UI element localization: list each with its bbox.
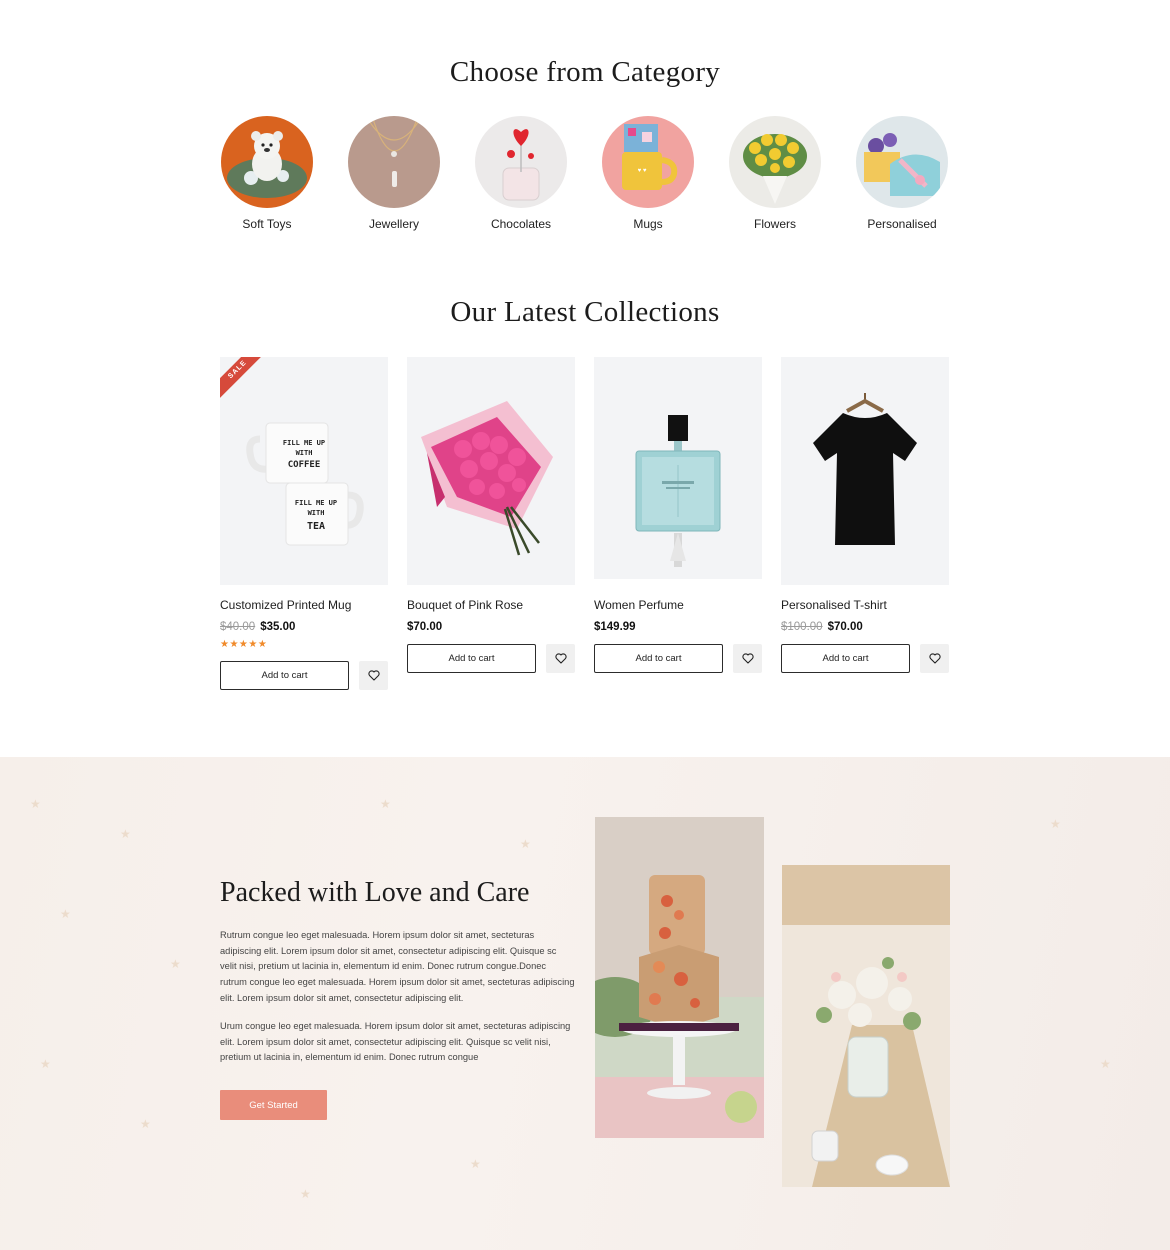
star-decoration-icon: ★ xyxy=(60,907,71,921)
love-paragraph-1: Rutrum congue leo eget malesuada. Horem … xyxy=(220,930,575,1003)
star-decoration-icon: ★ xyxy=(1100,1057,1111,1071)
product-actions: Add to cart xyxy=(594,644,762,673)
product-name[interactable]: Bouquet of Pink Rose xyxy=(407,598,575,612)
star-decoration-icon: ★ xyxy=(1050,817,1061,831)
product-image-mugs[interactable]: SALE FILL ME UP WITH COFFEE FILL ME UP W… xyxy=(220,357,388,585)
product-name[interactable]: Personalised T-shirt xyxy=(781,598,949,612)
product-card[interactable]: Personalised T-shirt $100.00 $70.00 Add t… xyxy=(781,357,949,673)
product-card[interactable]: Women Perfume $149.99 Add to cart xyxy=(594,357,762,673)
current-price: $35.00 xyxy=(260,621,296,633)
product-actions: Add to cart xyxy=(781,644,949,673)
heart-icon xyxy=(367,670,380,681)
current-price: $70.00 xyxy=(407,621,443,633)
category-personalised[interactable]: Personalised xyxy=(847,116,957,231)
product-card[interactable]: SALE FILL ME UP WITH COFFEE FILL ME UP W… xyxy=(220,357,388,690)
gift-box-image xyxy=(856,116,948,208)
category-jewellery[interactable]: Jewellery xyxy=(339,116,449,231)
collections-section-title: Our Latest Collections xyxy=(450,296,720,328)
product-actions: Add to cart xyxy=(407,644,575,673)
product-actions: Add to cart xyxy=(220,661,388,690)
category-label: Chocolates xyxy=(490,217,552,231)
star-decoration-icon: ★ xyxy=(170,957,181,971)
yellow-mug-image: ♥ ♥ xyxy=(602,116,694,208)
necklace-image xyxy=(348,116,440,208)
rating-stars: ★★★★★ xyxy=(220,639,268,650)
current-price: $149.99 xyxy=(594,621,636,633)
teddy-bear-image xyxy=(221,116,313,208)
category-label: Mugs xyxy=(633,217,663,231)
product-price: $70.00 xyxy=(407,621,575,633)
heart-icon xyxy=(741,653,754,664)
product-card[interactable]: Bouquet of Pink Rose $70.00 Add to cart xyxy=(407,357,575,673)
star-decoration-icon: ★ xyxy=(120,827,131,841)
cake-photo xyxy=(595,817,764,1138)
add-to-cart-button[interactable]: Add to cart xyxy=(594,644,723,673)
star-decoration-icon: ★ xyxy=(300,1187,311,1201)
mug-text-bottom-1: FILL ME UP xyxy=(295,499,337,507)
wishlist-button[interactable] xyxy=(546,644,575,673)
yellow-bouquet-image xyxy=(729,116,821,208)
lollipop-jar-image xyxy=(475,116,567,208)
heart-icon xyxy=(554,653,567,664)
wishlist-button[interactable] xyxy=(920,644,949,673)
add-to-cart-button[interactable]: Add to cart xyxy=(781,644,910,673)
svg-text:♥ ♥: ♥ ♥ xyxy=(638,168,647,174)
love-section: ★ ★ ★ ★ ★ ★ ★ ★ ★ ★ ★ ★ Packed with Love… xyxy=(0,757,1170,1250)
get-started-button[interactable]: Get Started xyxy=(220,1090,327,1120)
product-image-perfume[interactable] xyxy=(594,357,762,579)
star-decoration-icon: ★ xyxy=(40,1057,51,1071)
category-label: Soft Toys xyxy=(242,217,292,231)
category-flowers[interactable]: Flowers xyxy=(720,116,830,231)
category-mugs[interactable]: ♥ ♥ Mugs xyxy=(593,116,703,231)
category-label: Jewellery xyxy=(368,217,419,231)
product-price: $100.00 $70.00 xyxy=(781,621,949,633)
product-image-roses[interactable] xyxy=(407,357,575,585)
flowers-photo xyxy=(782,865,950,1187)
category-soft-toys[interactable]: Soft Toys xyxy=(212,116,322,231)
star-decoration-icon: ★ xyxy=(30,797,41,811)
add-to-cart-button[interactable]: Add to cart xyxy=(220,661,349,690)
love-paragraph-2: Urum congue leo eget malesuada. Horem ip… xyxy=(220,1021,571,1063)
old-price: $40.00 xyxy=(220,621,256,633)
add-to-cart-button[interactable]: Add to cart xyxy=(407,644,536,673)
star-decoration-icon: ★ xyxy=(520,837,531,851)
star-decoration-icon: ★ xyxy=(470,1157,481,1171)
wishlist-button[interactable] xyxy=(733,644,762,673)
product-price: $149.99 xyxy=(594,621,762,633)
heart-icon xyxy=(928,653,941,664)
mug-text-top-3: COFFEE xyxy=(288,460,321,470)
product-image-tshirt[interactable] xyxy=(781,357,949,585)
mug-text-bottom-3: TEA xyxy=(307,521,325,532)
category-section-title: Choose from Category xyxy=(449,56,721,88)
mug-text-top-1: FILL ME UP xyxy=(283,439,325,447)
product-name[interactable]: Customized Printed Mug xyxy=(220,598,388,612)
category-chocolates[interactable]: Chocolates xyxy=(466,116,576,231)
category-label: Personalised xyxy=(867,217,937,231)
category-label: Flowers xyxy=(753,217,796,231)
mug-text-bottom-2: WITH xyxy=(308,509,325,517)
star-decoration-icon: ★ xyxy=(380,797,391,811)
mug-text-top-2: WITH xyxy=(296,449,313,457)
product-name[interactable]: Women Perfume xyxy=(594,598,762,612)
current-price: $70.00 xyxy=(827,621,863,633)
wishlist-button[interactable] xyxy=(359,661,388,690)
old-price: $100.00 xyxy=(781,621,823,633)
star-decoration-icon: ★ xyxy=(140,1117,151,1131)
product-price: $40.00 $35.00 xyxy=(220,621,388,633)
love-section-title: Packed with Love and Care xyxy=(220,877,530,908)
